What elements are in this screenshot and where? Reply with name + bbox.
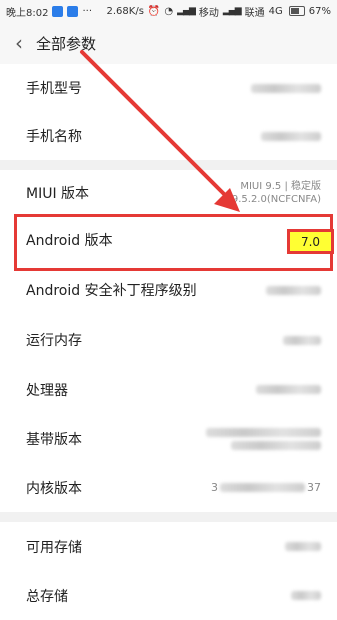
signal-icon-2: ▂▄▆ <box>222 6 242 16</box>
row-label: 可用存储 <box>26 539 82 556</box>
row-label: Android 安全补丁程序级别 <box>26 283 197 299</box>
section-gap <box>0 512 337 522</box>
row-name[interactable]: 手机名称 <box>0 112 337 160</box>
notification-app-icon <box>52 5 64 17</box>
kernel-value-suffix: 37 <box>307 481 321 494</box>
row-label: MIUI 版本 <box>26 185 90 202</box>
chevron-left-icon: ‹ <box>15 31 23 55</box>
kernel-value: 3 37 <box>211 481 321 494</box>
row-miui[interactable]: MIUI 版本 MIUI 9.5 | 稳定版 9.5.2.0(NCFCNFA) <box>0 170 337 215</box>
row-label: 处理器 <box>26 382 68 399</box>
row-label: 手机型号 <box>26 81 82 97</box>
redacted-value <box>291 591 321 600</box>
redacted-line <box>231 440 321 450</box>
redacted-value <box>266 285 321 295</box>
row-label: 运行内存 <box>26 333 82 349</box>
row-label: 内核版本 <box>26 480 82 497</box>
section-gap <box>0 160 337 170</box>
row-ram[interactable]: 运行内存 <box>0 315 337 365</box>
alarm-icon: ⏰ <box>147 5 161 17</box>
row-available-storage[interactable]: 可用存储 <box>0 522 337 571</box>
page-title: 全部参数 <box>36 34 97 53</box>
network-speed: 2.68K/s <box>106 5 144 17</box>
row-label: 总存储 <box>26 588 68 605</box>
row-total-storage[interactable]: 总存储 <box>0 571 337 620</box>
network-type: 4G <box>268 5 283 17</box>
redacted-value <box>220 483 305 492</box>
storage-section: 可用存储 总存储 <box>0 522 337 620</box>
miui-value-line2: 9.5.2.0(NCFCNFA) <box>231 193 321 205</box>
title-bar: ‹ 全部参数 <box>0 22 337 64</box>
back-button[interactable]: ‹ <box>4 22 34 64</box>
carrier-2: 联通 <box>244 7 265 19</box>
redacted-value <box>285 542 321 551</box>
miui-value: MIUI 9.5 | 稳定版 9.5.2.0(NCFCNFA) <box>232 180 321 206</box>
row-kernel[interactable]: 内核版本 3 37 <box>0 463 337 512</box>
wifi-icon: ◔ <box>164 5 174 17</box>
miui-value-line1: MIUI 9.5 | 稳定版 <box>240 180 321 192</box>
clock: 晚上8:02 <box>6 7 49 19</box>
row-security-patch[interactable]: Android 安全补丁程序级别 <box>0 265 337 315</box>
redacted-value <box>283 335 321 345</box>
row-processor[interactable]: 处理器 <box>0 365 337 414</box>
battery-percent: 67% <box>308 5 331 17</box>
notification-chat-icon <box>67 5 79 17</box>
redacted-value <box>251 83 321 93</box>
redacted-value <box>261 131 321 141</box>
android-version-highlight-box <box>14 214 333 271</box>
status-bar-right: 2.68K/s ⏰ ◔ ▂▄▆ 移动 ▂▄▆ 联通 4G 67% <box>107 4 331 19</box>
signal-icon-1: ▂▄▆ <box>177 6 196 16</box>
android-version-value: 7.0 <box>287 229 334 254</box>
redacted-value <box>256 385 321 394</box>
status-bar-left: 晚上8:02 ··· <box>6 4 92 19</box>
device-section: 手机型号 手机名称 <box>0 64 337 160</box>
kernel-value-prefix: 3 <box>211 481 218 494</box>
battery-icon <box>288 6 305 16</box>
redacted-value <box>206 427 321 450</box>
row-baseband[interactable]: 基带版本 <box>0 414 337 463</box>
redacted-line <box>206 427 321 437</box>
carrier-1: 移动 <box>198 7 219 19</box>
row-label: 基带版本 <box>26 431 82 448</box>
status-bar: 晚上8:02 ··· 2.68K/s ⏰ ◔ ▂▄▆ 移动 ▂▄▆ 联通 4G … <box>0 0 337 22</box>
row-label: 手机名称 <box>26 129 82 145</box>
more-notifications-icon: ··· <box>82 5 93 17</box>
row-model[interactable]: 手机型号 <box>0 64 337 112</box>
